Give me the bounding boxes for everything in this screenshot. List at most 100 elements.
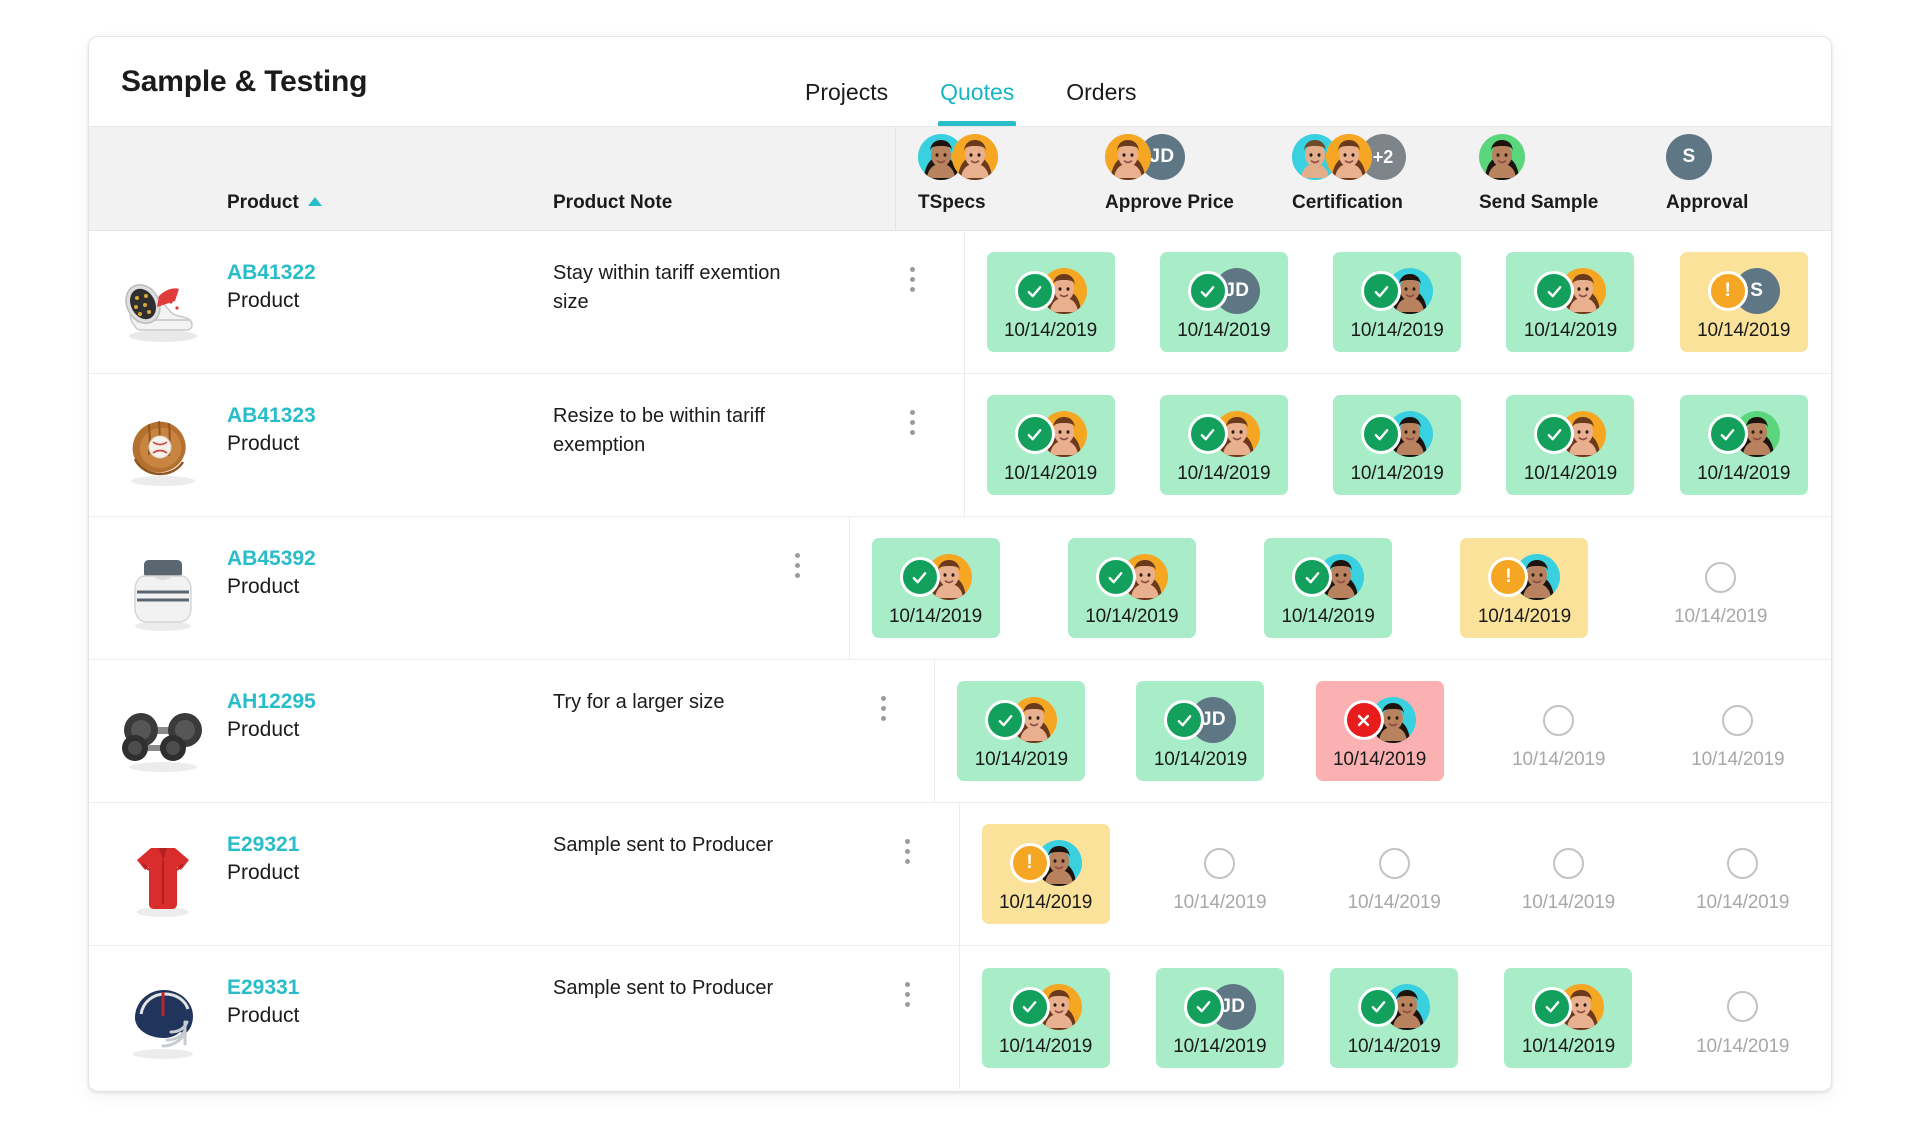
product-subtitle: Product xyxy=(227,432,300,456)
status-cell[interactable]: 10/14/2019 xyxy=(965,231,1138,373)
status-chip-warning[interactable]: ! S 10/14/2019 xyxy=(1679,252,1808,352)
tab-projects[interactable]: Projects xyxy=(779,81,914,126)
status-cell[interactable]: JD 10/14/2019 xyxy=(1114,660,1293,802)
header-col-certification[interactable]: +2 Certification xyxy=(1270,127,1457,230)
status-chip-approved[interactable]: 10/14/2019 xyxy=(1504,967,1633,1068)
status-chip-approved[interactable]: 10/14/2019 xyxy=(1067,538,1196,638)
status-chip-approved[interactable]: 10/14/2019 xyxy=(1159,395,1288,495)
row-status-cells: 10/14/2019 JD 10/14/2019 10/14/2019 10/14/20… xyxy=(963,231,1832,373)
product-sku-link[interactable]: E29331 xyxy=(227,974,553,1002)
status-cell[interactable]: 10/14/2019 xyxy=(1294,660,1473,802)
header-col-approve-price[interactable]: JD Approve Price xyxy=(1083,127,1270,230)
assignee-avatar-group[interactable] xyxy=(918,134,998,180)
row-overflow-menu-icon[interactable] xyxy=(870,688,896,728)
status-chip-approved[interactable]: 10/14/2019 xyxy=(871,538,1000,638)
status-cell[interactable]: 10/14/2019 xyxy=(1134,803,1308,945)
status-cell[interactable]: 10/14/2019 xyxy=(1652,660,1831,802)
status-cell[interactable]: 10/14/2019 xyxy=(1482,803,1656,945)
assignee-avatar-group[interactable] xyxy=(1479,134,1525,180)
status-cell[interactable]: 10/14/2019 xyxy=(1308,803,1482,945)
product-sku-link[interactable]: E29321 xyxy=(227,831,553,859)
status-cell[interactable]: 10/14/2019 xyxy=(1482,946,1656,1089)
status-chip-approved[interactable]: 10/14/2019 xyxy=(1333,252,1462,352)
status-chip-avatar-group xyxy=(1707,409,1780,459)
check-icon xyxy=(1361,414,1402,454)
product-sku-link[interactable]: AB41322 xyxy=(227,259,553,287)
row-overflow-menu-icon[interactable] xyxy=(785,545,811,585)
status-chip-empty[interactable]: 10/14/2019 xyxy=(1679,968,1807,1068)
status-chip-approved[interactable]: JD 10/14/2019 xyxy=(1155,967,1284,1068)
status-chip-empty[interactable]: 10/14/2019 xyxy=(1330,824,1458,924)
tab-quotes[interactable]: Quotes xyxy=(914,81,1040,126)
row-overflow-menu-icon[interactable] xyxy=(900,402,926,442)
product-sku-link[interactable]: AB41323 xyxy=(227,402,553,430)
status-chip-approved[interactable]: 10/14/2019 xyxy=(986,252,1115,352)
status-cell[interactable]: 10/14/2019 xyxy=(1484,374,1657,516)
row-overflow-menu-icon[interactable] xyxy=(900,259,926,299)
status-cell[interactable]: 10/14/2019 xyxy=(1657,946,1831,1089)
status-chip-date: 10/14/2019 xyxy=(1696,892,1790,913)
status-chip-date: 10/14/2019 xyxy=(1333,749,1427,770)
status-cell[interactable]: 10/14/2019 xyxy=(1311,374,1484,516)
status-cell[interactable]: ! S 10/14/2019 xyxy=(1658,231,1831,373)
status-cell[interactable]: 10/14/2019 xyxy=(1658,374,1831,516)
status-cell[interactable]: 10/14/2019 xyxy=(1473,660,1652,802)
status-chip-approved[interactable]: 10/14/2019 xyxy=(986,395,1115,495)
status-chip-date: 10/14/2019 xyxy=(1350,463,1444,484)
status-chip-approved[interactable]: 10/14/2019 xyxy=(981,967,1110,1068)
status-chip-approved[interactable]: 10/14/2019 xyxy=(957,681,1086,781)
status-cell[interactable]: 10/14/2019 xyxy=(1138,374,1311,516)
status-cell[interactable]: 10/14/2019 xyxy=(1242,517,1438,659)
status-cell[interactable]: 10/14/2019 xyxy=(1484,231,1657,373)
status-cell[interactable]: ! 10/14/2019 xyxy=(960,803,1134,945)
status-cell[interactable]: 10/14/2019 xyxy=(1657,803,1831,945)
row-overflow-menu-icon[interactable] xyxy=(895,974,921,1014)
status-chip-empty[interactable]: 10/14/2019 xyxy=(1156,824,1284,924)
status-cell[interactable]: 10/14/2019 xyxy=(850,517,1046,659)
status-chip-approved[interactable]: 10/14/2019 xyxy=(1333,395,1462,495)
row-overflow-menu-icon[interactable] xyxy=(895,831,921,871)
status-cell[interactable]: ! 10/14/2019 xyxy=(1438,517,1634,659)
header-col-product[interactable]: Product xyxy=(227,127,553,230)
product-sku-link[interactable]: AB45392 xyxy=(227,545,553,573)
status-cell[interactable]: 10/14/2019 xyxy=(1311,231,1484,373)
status-cell[interactable]: 10/14/2019 xyxy=(1635,517,1831,659)
status-chip-warning[interactable]: ! 10/14/2019 xyxy=(1460,538,1589,638)
status-chip-empty[interactable]: 10/14/2019 xyxy=(1657,538,1785,638)
header-col-tspecs[interactable]: TSpecs xyxy=(896,127,1083,230)
status-chip-approved[interactable]: 10/14/2019 xyxy=(1679,395,1808,495)
status-chip-empty[interactable]: 10/14/2019 xyxy=(1674,681,1802,781)
status-cell[interactable]: 10/14/2019 xyxy=(960,946,1134,1089)
header-col-approval[interactable]: S Approval xyxy=(1644,127,1831,230)
status-chip-empty[interactable]: 10/14/2019 xyxy=(1495,681,1623,781)
status-cell[interactable]: JD 10/14/2019 xyxy=(1134,946,1308,1089)
assignee-avatar-group[interactable]: +2 xyxy=(1292,134,1406,180)
status-cell[interactable]: 10/14/2019 xyxy=(1308,946,1482,1089)
status-chip-rejected[interactable]: 10/14/2019 xyxy=(1315,681,1444,781)
status-chip-approved[interactable]: 10/14/2019 xyxy=(1506,395,1635,495)
status-cell[interactable]: 10/14/2019 xyxy=(935,660,1114,802)
status-cell[interactable]: JD 10/14/2019 xyxy=(1138,231,1311,373)
assignee-avatar-group[interactable]: S xyxy=(1666,134,1712,180)
status-chip-approved[interactable]: 10/14/2019 xyxy=(1264,538,1393,638)
header-col-approve-price-label: Approve Price xyxy=(1105,192,1234,213)
product-cell: AB45392 Product xyxy=(227,517,553,659)
status-chip-empty[interactable]: 10/14/2019 xyxy=(1504,824,1632,924)
status-cell[interactable]: 10/14/2019 xyxy=(1046,517,1242,659)
header-col-note[interactable]: Product Note xyxy=(553,127,895,230)
status-chip-avatar-group xyxy=(1014,266,1087,316)
status-chip-approved[interactable]: 10/14/2019 xyxy=(1506,252,1635,352)
status-chip-avatar-group xyxy=(1009,982,1082,1032)
table-body: AB41322 Product Stay within tariff exemtio… xyxy=(89,231,1831,1091)
status-chip-empty[interactable]: 10/14/2019 xyxy=(1679,824,1807,924)
status-chip-approved[interactable]: JD 10/14/2019 xyxy=(1136,681,1265,781)
header-col-send-sample[interactable]: Send Sample xyxy=(1457,127,1644,230)
status-chip-approved[interactable]: JD 10/14/2019 xyxy=(1159,252,1288,352)
status-chip-avatar-group: ! xyxy=(1009,838,1082,888)
product-sku-link[interactable]: AH12295 xyxy=(227,688,553,716)
tab-orders[interactable]: Orders xyxy=(1040,81,1162,126)
status-cell[interactable]: 10/14/2019 xyxy=(965,374,1138,516)
status-chip-warning[interactable]: ! 10/14/2019 xyxy=(981,824,1110,924)
status-chip-approved[interactable]: 10/14/2019 xyxy=(1330,967,1459,1068)
assignee-avatar-group[interactable]: JD xyxy=(1105,134,1185,180)
